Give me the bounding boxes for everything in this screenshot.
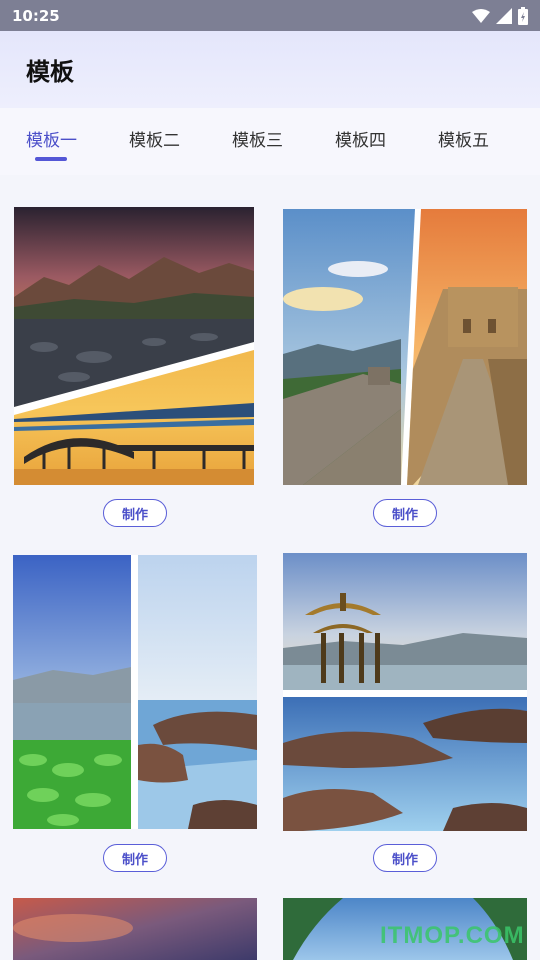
tab-template-2[interactable]: 模板二 (129, 126, 180, 151)
tab-template-3[interactable]: 模板三 (232, 126, 283, 151)
tab-template-4[interactable]: 模板四 (335, 126, 386, 151)
template-preview-5[interactable] (13, 898, 257, 960)
app-header: 模板 (0, 31, 540, 108)
make-button-3[interactable]: 制作 (103, 844, 167, 872)
make-button-1[interactable]: 制作 (103, 499, 167, 527)
wifi-icon (472, 8, 490, 23)
template-preview-2[interactable] (283, 209, 527, 485)
make-button-2[interactable]: 制作 (373, 499, 437, 527)
page-title: 模板 (26, 58, 74, 86)
template-preview-4[interactable] (283, 553, 527, 831)
template-preview-2-image (283, 209, 527, 485)
template-preview-1-image (14, 207, 254, 485)
watermark-text: ITMOP.COM (380, 922, 525, 949)
make-button-4[interactable]: 制作 (373, 844, 437, 872)
tab-template-1[interactable]: 模板一 (26, 126, 77, 151)
battery-icon (518, 6, 528, 25)
template-preview-5-image (13, 898, 257, 960)
tab-template-5[interactable]: 模板五 (438, 126, 489, 151)
status-bar: 10:25 (0, 0, 540, 31)
template-preview-3-image (13, 555, 257, 829)
template-tabs: 模板一 模板二 模板三 模板四 模板五 (0, 108, 540, 175)
signal-icon (496, 7, 512, 24)
active-tab-indicator (35, 157, 67, 161)
template-preview-4-image (283, 553, 527, 831)
status-time: 10:25 (12, 6, 60, 25)
template-preview-1[interactable] (14, 207, 254, 485)
status-icons (472, 6, 528, 25)
template-preview-3[interactable] (13, 555, 257, 829)
